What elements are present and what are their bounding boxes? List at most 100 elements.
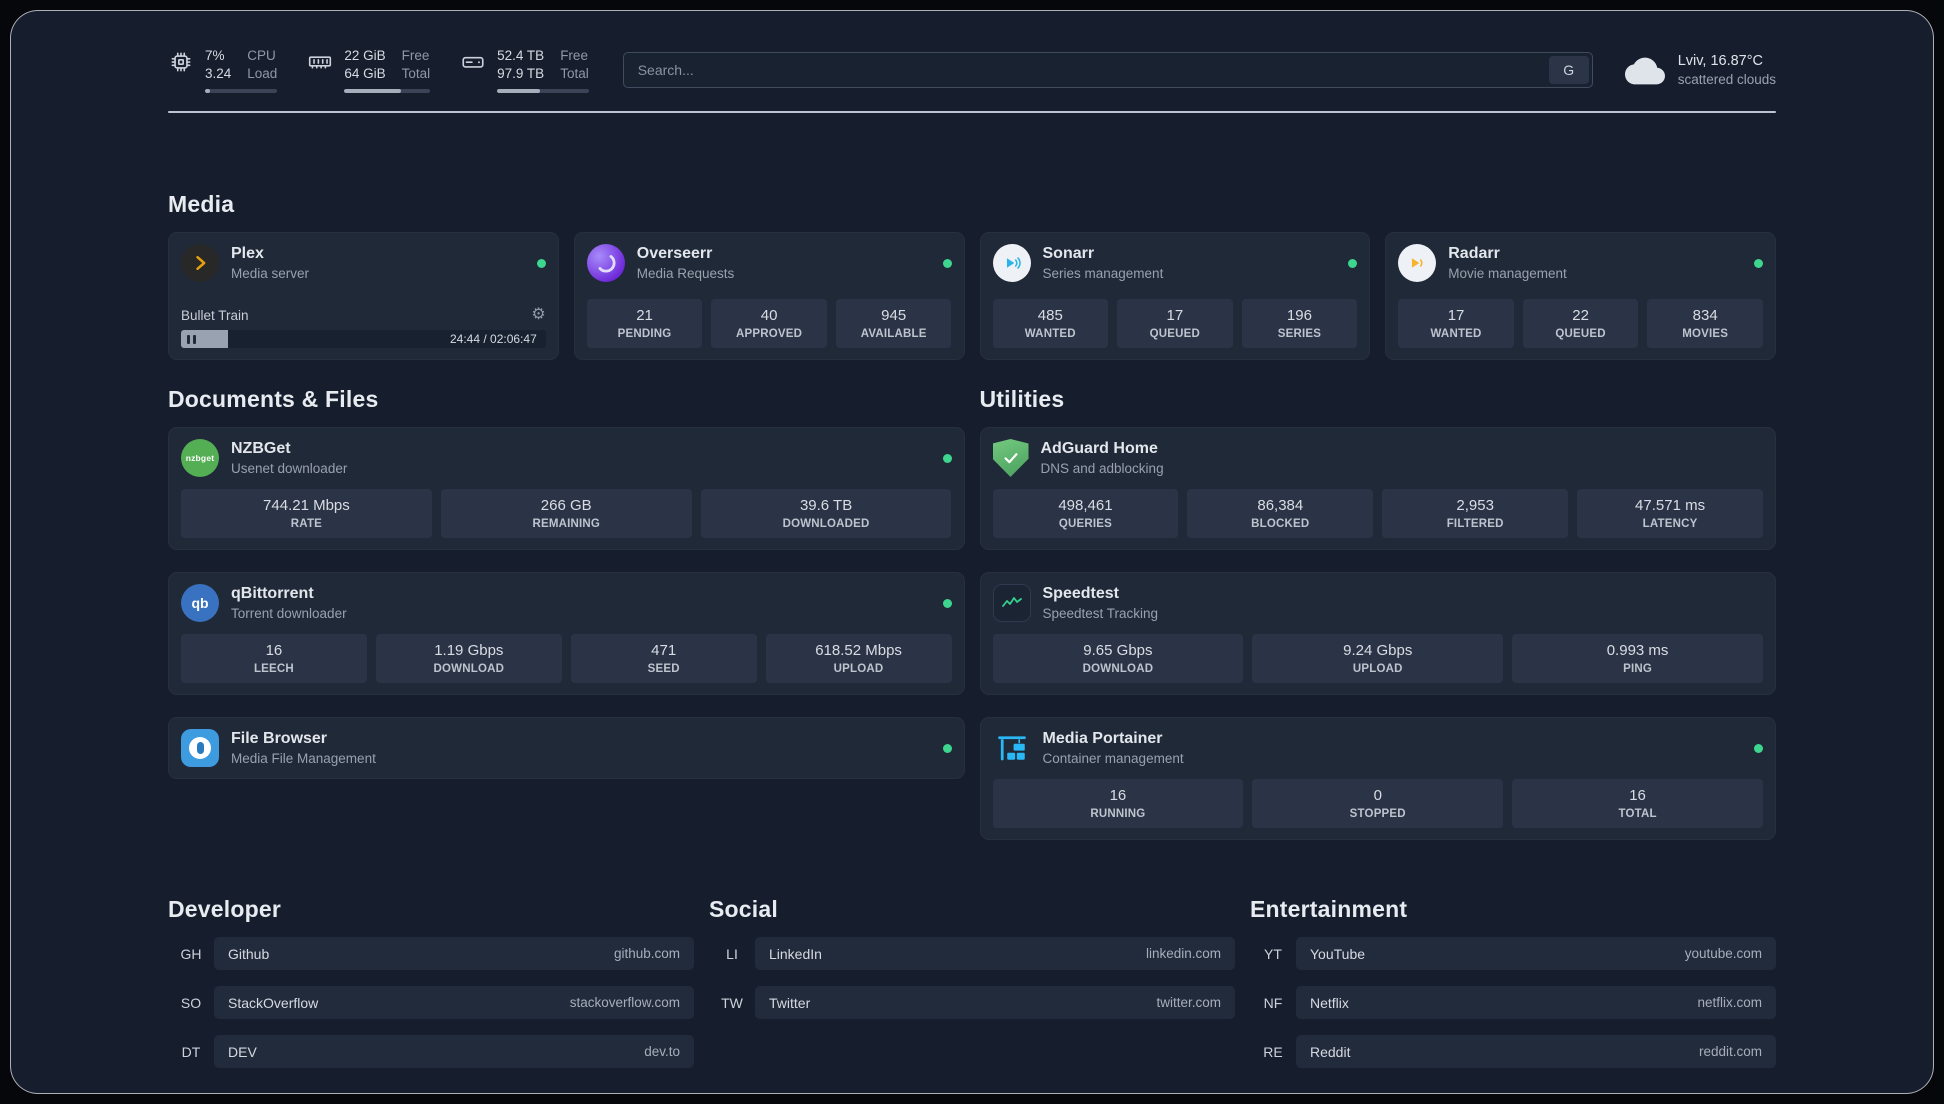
bookmark-pill: YouTube youtube.com xyxy=(1296,937,1776,970)
gear-icon[interactable]: ⚙ xyxy=(531,307,545,323)
radarr-icon xyxy=(1398,244,1437,282)
bookmark-name: YouTube xyxy=(1310,945,1366,962)
stat-value: 498,461 xyxy=(1058,497,1113,514)
section-title-developer: Developer xyxy=(168,896,282,922)
service-card-nzbget[interactable]: nzbget NZBGet Usenet downloader 744.21 M… xyxy=(168,427,965,550)
stat-value: 9.65 Gbps xyxy=(1083,642,1153,659)
service-subtitle: Torrent downloader xyxy=(231,606,347,621)
status-dot xyxy=(1348,258,1358,268)
bookmark-pill: Reddit reddit.com xyxy=(1296,1035,1776,1068)
bookmark-github[interactable]: GH Github github.com xyxy=(168,937,694,970)
stat-label: FILTERED xyxy=(1446,518,1504,530)
stat-label: WANTED xyxy=(1024,328,1076,340)
track-title: Bullet Train xyxy=(181,307,249,323)
bookmark-abbr: TW xyxy=(721,994,743,1011)
stat-box: 471 SEED xyxy=(570,634,757,683)
stat-value: 744.21 Mbps xyxy=(263,497,350,514)
weather-condition: scattered clouds xyxy=(1677,71,1776,87)
stat-value: 2,953 xyxy=(1456,497,1494,514)
stat-value: 16 xyxy=(265,642,283,659)
pause-icon[interactable] xyxy=(187,334,196,344)
bookmark-pill: StackOverflow stackoverflow.com xyxy=(214,986,694,1019)
weather-widget[interactable]: Lviv, 16.87°C scattered clouds xyxy=(1624,49,1776,91)
plex-icon xyxy=(181,244,219,282)
bookmark-dev[interactable]: DT DEV dev.to xyxy=(168,1035,694,1068)
section-media: Media Plex Media server Bullet Train ⚙ 2… xyxy=(168,191,1776,360)
bookmark-netflix[interactable]: NF Netflix netflix.com xyxy=(1250,986,1776,1019)
search-provider-button[interactable]: G xyxy=(1548,56,1589,84)
stat-box: 266 GB REMAINING xyxy=(440,489,692,538)
stat-box: 9.24 Gbps UPLOAD xyxy=(1252,634,1504,683)
search-input[interactable] xyxy=(622,52,1593,88)
stat-box: 485 WANTED xyxy=(992,299,1109,348)
service-name: Speedtest xyxy=(1042,585,1119,602)
bookmark-pill: Github github.com xyxy=(214,937,694,970)
disk-total: 97.9 TB xyxy=(497,66,545,81)
memory-total: 64 GiB xyxy=(344,66,386,81)
stat-label: PING xyxy=(1623,663,1653,675)
service-card-adguard[interactable]: AdGuard Home DNS and adblocking 498,461 … xyxy=(979,427,1776,550)
stat-label: REMAINING xyxy=(532,518,601,530)
weather-location: Lviv, 16.87°C xyxy=(1677,52,1764,69)
bookmark-abbr: YT xyxy=(1264,945,1282,962)
cpu-widget: 7% 3.24 CPU Load xyxy=(168,47,278,93)
now-playing-widget: Bullet Train ⚙ 24:44 / 02:06:47 xyxy=(181,307,546,348)
cpu-load-average: 3.24 xyxy=(205,66,232,81)
section-title-media: Media xyxy=(168,191,235,217)
stat-label: DOWNLOAD xyxy=(1082,663,1154,675)
service-subtitle: Media File Management xyxy=(231,751,376,766)
service-name: AdGuard Home xyxy=(1040,440,1158,457)
status-dot xyxy=(1754,743,1763,753)
stat-value: 0 xyxy=(1373,787,1382,804)
service-card-sonarr[interactable]: Sonarr Series management 485 WANTED 17 Q… xyxy=(979,232,1371,360)
stat-value: 485 xyxy=(1037,307,1063,324)
stat-label: TOTAL xyxy=(1618,808,1657,820)
speedtest-icon xyxy=(992,584,1031,622)
stat-box: 86,384 BLOCKED xyxy=(1187,489,1374,538)
bookmark-stackoverflow[interactable]: SO StackOverflow stackoverflow.com xyxy=(168,986,694,1019)
stat-box: 834 MOVIES xyxy=(1647,299,1763,348)
stat-box: 0.993 ms PING xyxy=(1512,634,1763,683)
stat-label: QUERIES xyxy=(1058,518,1113,530)
service-card-qbittorrent[interactable]: qb qBittorrent Torrent downloader 16 LEE… xyxy=(168,572,965,695)
stat-box: 17 WANTED xyxy=(1398,299,1514,348)
service-name: Sonarr xyxy=(1042,245,1095,262)
memory-free-label: Free xyxy=(401,48,430,63)
stat-value: 945 xyxy=(881,307,907,324)
cpu-load-label: Load xyxy=(247,66,278,81)
bookmark-pill: LinkedIn linkedin.com xyxy=(755,937,1235,970)
disk-total-label: Total xyxy=(560,66,589,81)
stat-box: 22 QUEUED xyxy=(1522,299,1639,348)
service-card-plex[interactable]: Plex Media server Bullet Train ⚙ 24:44 /… xyxy=(168,232,559,360)
service-card-portainer[interactable]: Media Portainer Container management 16 … xyxy=(979,717,1776,840)
top-bar: 7% 3.24 CPU Load 22 GiB 64 GiB Free Tota… xyxy=(168,11,1776,93)
bookmark-linkedin[interactable]: LI LinkedIn linkedin.com xyxy=(709,937,1235,970)
service-card-filebrowser[interactable]: File Browser Media File Management xyxy=(168,717,965,779)
playback-progress-bar[interactable]: 24:44 / 02:06:47 xyxy=(181,330,546,348)
service-card-overseerr[interactable]: Overseerr Media Requests 21 PENDING 40 A… xyxy=(573,232,965,360)
stat-label: RATE xyxy=(290,518,323,530)
stat-box: 9.65 Gbps DOWNLOAD xyxy=(992,634,1244,683)
bookmark-name: Github xyxy=(228,945,270,962)
cloud-icon xyxy=(1624,51,1665,91)
portainer-icon xyxy=(993,729,1031,767)
stat-label: QUEUED xyxy=(1149,328,1201,340)
service-card-radarr[interactable]: Radarr Movie management 17 WANTED 22 QUE… xyxy=(1385,232,1776,360)
stat-value: 39.6 TB xyxy=(799,497,853,514)
service-card-speedtest[interactable]: Speedtest Speedtest Tracking 9.65 Gbps D… xyxy=(979,572,1776,695)
bookmark-name: Twitter xyxy=(769,994,811,1011)
bookmark-url: linkedin.com xyxy=(1145,946,1221,961)
memory-icon xyxy=(307,49,333,93)
bookmark-url: stackoverflow.com xyxy=(569,995,680,1010)
stat-label: UPLOAD xyxy=(1352,663,1403,675)
bookmark-youtube[interactable]: YT YouTube youtube.com xyxy=(1250,937,1776,970)
stat-value: 22 xyxy=(1572,307,1589,324)
stat-label: DOWNLOADED xyxy=(782,518,870,530)
bookmark-twitter[interactable]: TW Twitter twitter.com xyxy=(709,986,1235,1019)
memory-usage-bar xyxy=(344,89,431,93)
bookmark-reddit[interactable]: RE Reddit reddit.com xyxy=(1250,1035,1776,1068)
stat-box: 39.6 TB DOWNLOADED xyxy=(700,489,952,538)
bookmark-url: reddit.com xyxy=(1698,1044,1762,1059)
stat-value: 86,384 xyxy=(1257,497,1304,514)
bookmark-name: Reddit xyxy=(1310,1043,1351,1060)
